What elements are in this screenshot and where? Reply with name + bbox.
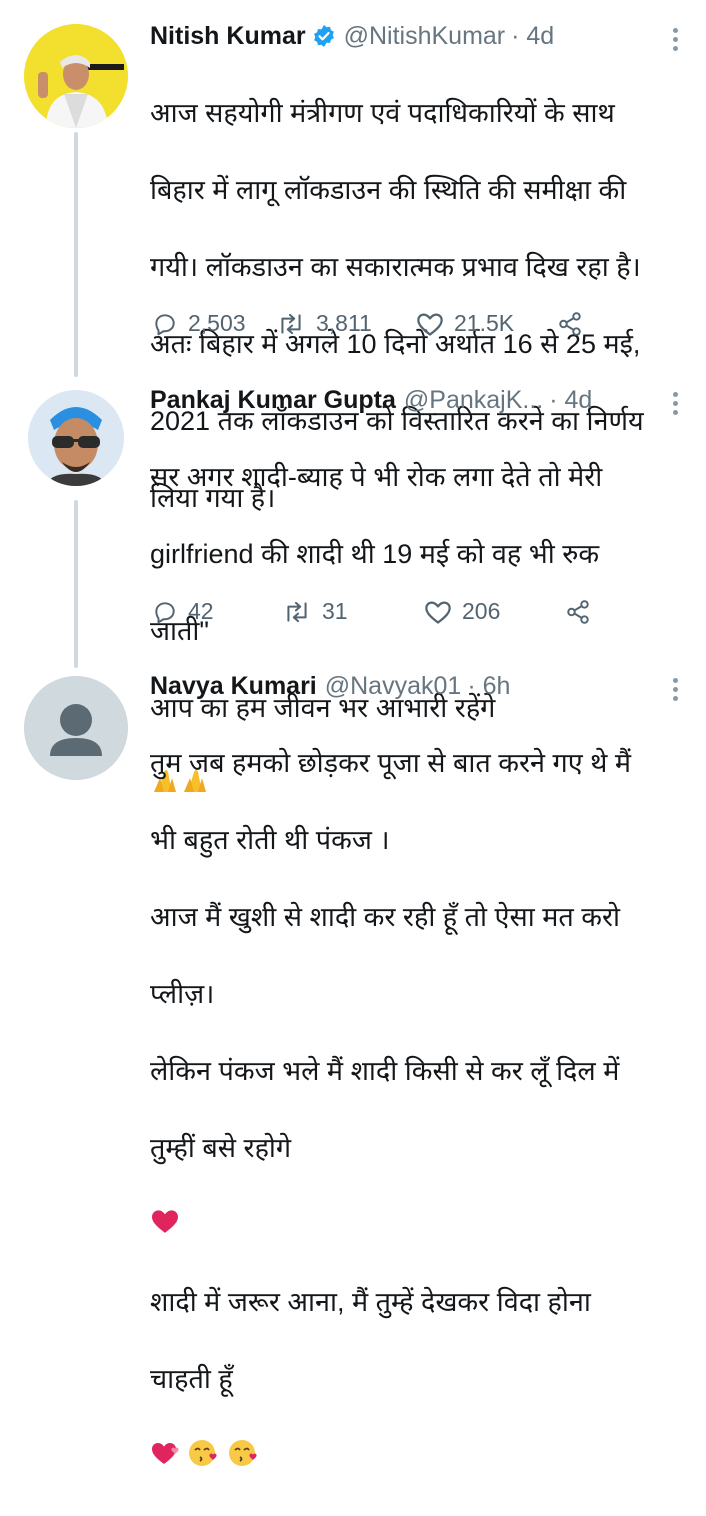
tweet-nitish[interactable]: Nitish Kumar @NitishKumar · 4d आज सहयोगी… <box>0 0 706 513</box>
reply-button[interactable]: 2,503 <box>152 310 276 337</box>
timestamp[interactable]: · 6h <box>467 670 510 702</box>
more-icon[interactable] <box>672 678 680 705</box>
avatar-image <box>24 24 128 128</box>
like-count: 206 <box>462 598 501 624</box>
share-icon <box>567 599 589 624</box>
tweet-text-line: तुम जब हमको छोड़कर पूजा से बात करने गए थ… <box>150 747 632 778</box>
retweet-button[interactable]: 3,811 <box>276 310 416 337</box>
tweet-pankaj[interactable]: Pankaj Kumar Gupta @PankajK... · 4d सर अ… <box>0 370 706 792</box>
retweet-icon <box>287 601 307 622</box>
more-icon[interactable] <box>672 392 680 419</box>
default-avatar[interactable] <box>24 676 128 780</box>
verified-badge-icon <box>312 24 336 48</box>
reply-icon <box>155 601 175 623</box>
heart-icon <box>425 601 451 624</box>
handle[interactable]: @Navyak01 <box>325 670 462 702</box>
tweet-text-line: तुम्हीं बसे रहोगे <box>150 1132 292 1163</box>
tweet-text-line: सर अगर शादी-ब्याह पे भी रोक लगा देते तो … <box>150 461 603 492</box>
tweet-text-line: लेकिन पंकज भले मैं शादी किसी से कर लूँ द… <box>150 1055 620 1086</box>
share-button[interactable] <box>564 599 602 625</box>
avatar[interactable] <box>24 24 128 128</box>
tweet-text-line: शादी में जरूर आना, मैं तुम्हें देखकर विद… <box>150 1286 591 1317</box>
tweet-text-line: girlfriend की शादी थी 19 मई को वह भी रुक <box>150 538 600 569</box>
display-name[interactable]: Pankaj Kumar Gupta <box>150 384 396 416</box>
reply-icon <box>155 313 175 335</box>
like-button[interactable]: 206 <box>424 598 564 625</box>
tweet-text-line: आज मैं खुशी से शादी कर रही हूँ तो ऐसा मत… <box>150 901 621 932</box>
red-heart-emoji-icon <box>150 1167 180 1244</box>
share-button[interactable] <box>556 311 594 337</box>
display-name[interactable]: Nitish Kumar <box>150 20 306 52</box>
heart-icon <box>417 313 443 336</box>
retweet-icon <box>281 313 301 334</box>
tweet-text: तुम जब हमको छोड़कर पूजा से बात करने गए थ… <box>150 705 678 1516</box>
retweet-button[interactable]: 31 <box>282 598 424 625</box>
retweet-count: 3,811 <box>316 310 372 336</box>
more-icon[interactable] <box>672 28 680 55</box>
default-profile-icon <box>24 676 128 780</box>
reply-count: 42 <box>188 598 214 624</box>
tweet-text-line: भी बहुत रोती थी पंकज । <box>150 824 390 855</box>
reply-button[interactable]: 42 <box>152 598 282 625</box>
timestamp[interactable]: · 4d <box>511 20 554 52</box>
like-count: 21.5K <box>454 310 515 336</box>
timestamp[interactable]: · 4d <box>549 384 592 416</box>
tweet-text-line: बिहार में लागू लॉकडाउन की स्थिति की समीक… <box>150 174 627 205</box>
handle[interactable]: @PankajK... <box>404 384 543 416</box>
display-name[interactable]: Navya Kumari <box>150 670 317 702</box>
avatar-image <box>28 390 124 486</box>
like-button[interactable]: 21.5K <box>416 310 556 337</box>
share-icon <box>559 311 581 336</box>
handle[interactable]: @NitishKumar <box>344 20 506 52</box>
tweet-text-line: आज सहयोगी मंत्रीगण एवं पदाधिकारियों के स… <box>150 97 615 128</box>
tweet-header: Navya Kumari @Navyak01 · 6h <box>150 670 678 702</box>
tweet-header: Pankaj Kumar Gupta @PankajK... · 4d <box>150 384 678 416</box>
tweet-actions: 42 31 206 <box>152 598 602 625</box>
retweet-count: 31 <box>322 598 348 624</box>
avatar[interactable] <box>28 390 124 486</box>
tweet-actions: 2,503 3,811 21.5K <box>152 310 594 337</box>
tweet-text-line: चाहती हूँ <box>150 1363 233 1394</box>
tweet-navya[interactable]: Navya Kumari @Navyak01 · 6h तुम जब हमको … <box>0 660 706 1466</box>
tweet-text-line: प्लीज़। <box>150 978 215 1009</box>
tweet-text-line-with-emoji: तुम्हीं बसे रहोगे <box>150 1129 678 1245</box>
tweet-header: Nitish Kumar @NitishKumar · 4d <box>150 20 678 52</box>
heart-kiss-emoji-icons <box>150 1398 270 1477</box>
tweet-text-line: गयी। लॉकडाउन का सकारात्मक प्रभाव दिख रहा… <box>150 251 641 282</box>
tweet-text-line-with-emoji: चाहती हूँ <box>150 1360 678 1478</box>
reply-count: 2,503 <box>188 310 246 336</box>
